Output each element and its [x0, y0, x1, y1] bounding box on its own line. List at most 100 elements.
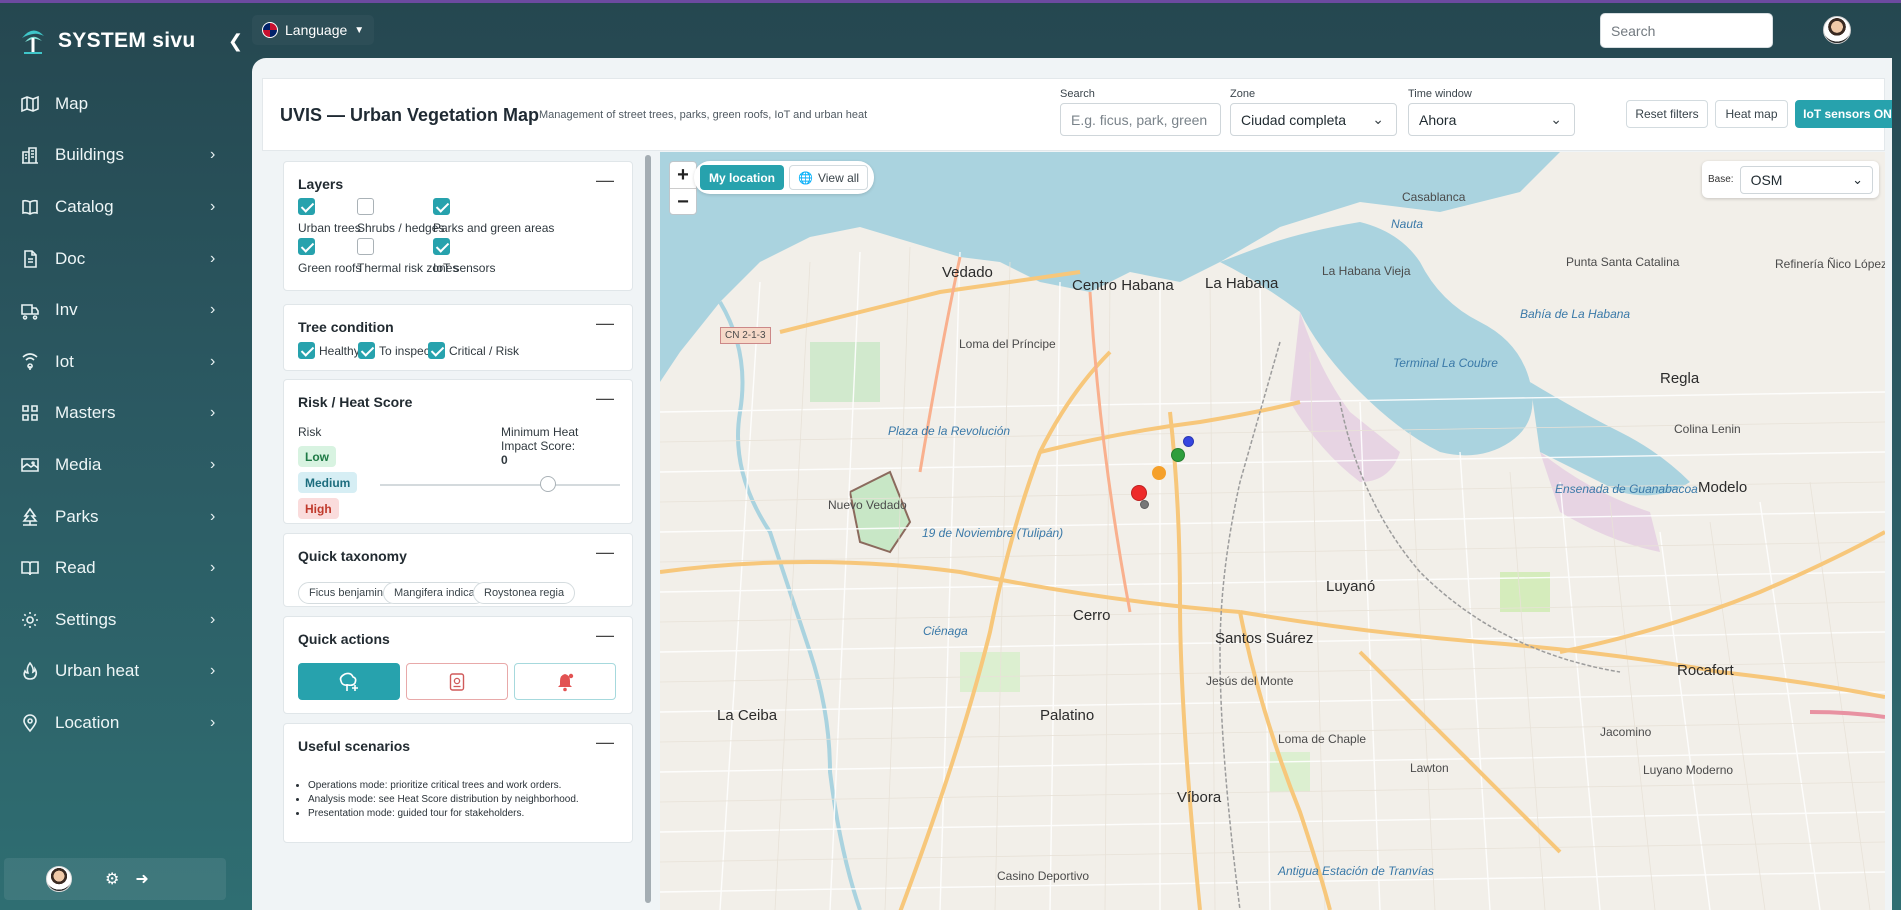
map-place-label: Bahía de La Habana: [1520, 307, 1631, 321]
inspect-tree-marker[interactable]: [1152, 466, 1166, 480]
time-window-select[interactable]: Ahora ⌄: [1408, 103, 1575, 136]
reset-filters-button[interactable]: Reset filters: [1626, 100, 1708, 128]
book-icon: [19, 196, 41, 218]
heat-icon: [19, 660, 41, 682]
add-tree-button[interactable]: [298, 663, 400, 700]
chevron-right-icon: ›: [210, 559, 216, 577]
zone-label: Zone: [1230, 88, 1256, 100]
map-place-label: Luyano Moderno: [1643, 763, 1734, 777]
map-view[interactable]: La Habana Centro Habana La Habana Vieja Ved…: [660, 152, 1885, 910]
sidebar-item-read[interactable]: Read ›: [0, 542, 240, 594]
collapse-icon[interactable]: —: [596, 313, 614, 334]
page-title: UVIS — Urban Vegetation Map: [280, 105, 540, 125]
add-tree-icon: [339, 672, 358, 691]
sidebar-item-parks[interactable]: Parks ›: [0, 491, 240, 543]
quick-taxonomy-card: Quick taxonomy — Ficus benjamina Mangifer…: [283, 533, 633, 607]
collapse-icon[interactable]: —: [596, 542, 614, 563]
logout-icon[interactable]: ➜: [135, 869, 148, 889]
collapse-icon[interactable]: —: [596, 170, 614, 191]
view-all-button[interactable]: 🌐 View all: [789, 165, 869, 190]
sidebar-item-media[interactable]: Media ›: [0, 439, 240, 491]
sidebar-item-label: Catalog: [55, 196, 114, 216]
map-place-label: Centro Habana: [1072, 277, 1174, 294]
risk-level-badge[interactable]: Medium: [298, 472, 358, 493]
sidebar-item-inv[interactable]: Inv ›: [0, 284, 240, 336]
condition-checkbox[interactable]: [298, 342, 315, 359]
sidebar-item-settings[interactable]: Settings ›: [0, 594, 240, 646]
zoom-out-button[interactable]: −: [670, 189, 696, 216]
taxonomy-chip[interactable]: Mangifera indica: [383, 582, 486, 604]
chevron-right-icon: ›: [210, 610, 216, 628]
base-layer-select[interactable]: OSM ⌄: [1739, 165, 1873, 194]
truck-icon: [19, 299, 41, 321]
chevron-right-icon: ›: [210, 146, 216, 164]
condition-checkbox[interactable]: [358, 342, 375, 359]
collapse-icon[interactable]: —: [596, 625, 614, 646]
settings-icon: [19, 609, 41, 631]
collapse-icon[interactable]: —: [596, 388, 614, 409]
user-avatar[interactable]: [46, 866, 72, 892]
quick-actions-title: Quick actions: [298, 631, 390, 647]
condition-label: To inspect: [379, 344, 434, 358]
layer-checkbox[interactable]: [433, 198, 450, 215]
language-selector[interactable]: Language ▼: [252, 15, 375, 45]
iot-sensors-toggle-button[interactable]: IoT sensors ON: [1795, 100, 1892, 128]
map-place-label: La Habana Vieja: [1322, 264, 1411, 278]
panel-scrollbar-thumb[interactable]: [645, 155, 651, 903]
collapse-icon[interactable]: —: [596, 732, 614, 753]
page-header: UVIS — Urban Vegetation Map Management o…: [262, 78, 1892, 151]
zone-select[interactable]: Ciudad completa ⌄: [1230, 103, 1397, 136]
layer-checkbox[interactable]: [298, 238, 315, 255]
chevron-right-icon: ›: [210, 404, 216, 422]
global-search-input[interactable]: [1600, 13, 1773, 48]
chevron-down-icon: ⌄: [1550, 111, 1562, 127]
sidebar-item-label: Buildings: [55, 145, 124, 165]
sidebar-item-buildings[interactable]: Buildings ›: [0, 130, 240, 182]
layer-checkbox[interactable]: [357, 238, 374, 255]
condition-checkbox[interactable]: [428, 342, 445, 359]
gear-icon[interactable]: ⚙: [105, 869, 119, 889]
heat-score-slider-handle[interactable]: [540, 476, 556, 492]
map-search-input[interactable]: [1071, 111, 1210, 128]
sidebar-item-label: Read: [55, 558, 96, 578]
sidebar-item-urban-heat[interactable]: Urban heat ›: [0, 646, 240, 698]
brand[interactable]: SYSTEM sivu: [18, 21, 196, 61]
map-search-field: [1060, 103, 1221, 136]
healthy-tree-marker[interactable]: [1171, 448, 1185, 462]
sidebar-item-location[interactable]: Location ›: [0, 697, 240, 749]
heat-score-slider-track[interactable]: [380, 484, 620, 486]
zoom-in-button[interactable]: +: [670, 162, 696, 189]
map-place-label: Refinería Ñico López: [1775, 257, 1885, 271]
map-place-label: Lawton: [1410, 761, 1449, 775]
layer-checkbox[interactable]: [357, 198, 374, 215]
map-place-label: Casablanca: [1402, 190, 1466, 204]
chevron-right-icon: ›: [210, 713, 216, 731]
my-location-button[interactable]: My location: [700, 165, 785, 190]
map-place-label: Jacomino: [1600, 725, 1652, 739]
layer-checkbox[interactable]: [298, 198, 315, 215]
collapse-sidebar-icon[interactable]: ❮: [228, 31, 243, 52]
sidebar-item-iot[interactable]: Iot ›: [0, 336, 240, 388]
layer-checkbox[interactable]: [433, 238, 450, 255]
top-user-avatar[interactable]: [1823, 16, 1851, 44]
sidebar-item-map[interactable]: Map: [0, 78, 240, 130]
sidebar-item-catalog[interactable]: Catalog ›: [0, 181, 240, 233]
sensor-marker-gray[interactable]: [1140, 500, 1149, 509]
taxonomy-chip[interactable]: Roystonea regia: [473, 582, 576, 604]
alert-button[interactable]: [514, 663, 616, 700]
main-content: UVIS — Urban Vegetation Map Management o…: [252, 58, 1892, 910]
risk-level-badge[interactable]: Low: [298, 446, 336, 467]
sidebar-item-doc[interactable]: Doc ›: [0, 233, 240, 285]
min-heat-label: Minimum Heat Impact Score: 0: [501, 425, 581, 467]
critical-tree-marker[interactable]: [1131, 485, 1147, 501]
min-heat-value: 0: [501, 453, 508, 467]
iot-sensor-marker[interactable]: [1183, 436, 1194, 447]
chevron-right-icon: ›: [210, 249, 216, 267]
chevron-right-icon: ›: [210, 662, 216, 680]
quick-actions-card: Quick actions —: [283, 616, 633, 714]
report-button[interactable]: [406, 663, 508, 700]
sidebar-item-masters[interactable]: Masters ›: [0, 388, 240, 440]
risk-level-badge[interactable]: High: [298, 498, 339, 519]
heat-map-button[interactable]: Heat map: [1715, 100, 1788, 128]
panel-scrollbar[interactable]: [645, 155, 651, 903]
